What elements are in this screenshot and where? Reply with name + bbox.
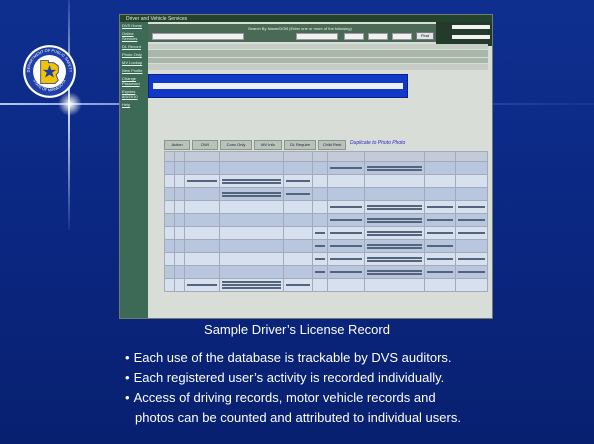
search-title: Search By Name/DOB (Enter one or more of…: [248, 26, 352, 31]
name-input[interactable]: [152, 33, 244, 40]
bullet-item: • Each use of the database is trackable b…: [125, 348, 565, 368]
id-number-input[interactable]: [452, 35, 490, 39]
bullet-continuation: photos can be counted and attributed to …: [125, 408, 565, 428]
tab-child-rest[interactable]: Child Rest: [318, 140, 346, 150]
table-row: [164, 239, 488, 253]
tab-dwi[interactable]: DWI: [192, 140, 218, 150]
table-row: [164, 265, 488, 279]
bullet-text-4: photos can be counted and attributed to …: [135, 410, 461, 425]
duplicate-photo-link[interactable]: Duplicate to Photo Photo: [350, 140, 405, 146]
table-row: [164, 252, 488, 266]
table-row: [164, 187, 488, 201]
nav-item-dl-record[interactable]: DL Record: [120, 43, 148, 51]
slide: DEPARTMENT OF PUBLIC SAFETY STATE OF MIN…: [0, 0, 594, 444]
find-button[interactable]: Find: [416, 32, 434, 40]
tab-action[interactable]: Action: [164, 140, 190, 150]
nav-item-mv-lookup[interactable]: MV Lookup: [120, 59, 148, 67]
table-row: [164, 213, 488, 227]
table-row: [164, 200, 488, 214]
nav-item-help[interactable]: Help: [120, 101, 148, 109]
violations-table: [164, 151, 488, 292]
withdrawal-entry: [153, 83, 403, 89]
license-number-input[interactable]: [452, 25, 490, 29]
table-header-row: [164, 151, 488, 162]
address-row: [148, 64, 488, 70]
tab-dl-require[interactable]: DL Require: [284, 140, 316, 150]
race-input[interactable]: [368, 33, 388, 40]
driver-info-row: [148, 44, 488, 49]
drivers-license-record-screenshot: Driver and Vehicle Services DVS Home Onl…: [120, 15, 492, 318]
license-lookup-box: [436, 22, 492, 46]
nav-item-expires: Expires 8/5/2010: [122, 89, 138, 99]
tab-conv-only[interactable]: Conv Only: [220, 140, 252, 150]
tab-mv-info[interactable]: MV Info: [254, 140, 282, 150]
slide-caption: Sample Driver’s License Record: [204, 322, 390, 337]
nav-item-new-profile[interactable]: New Profile: [120, 67, 148, 75]
dps-seal-logo: DEPARTMENT OF PUBLIC SAFETY STATE OF MIN…: [23, 45, 76, 98]
table-row: [164, 174, 488, 188]
record-tabs: Action DWI Conv Only MV Info DL Require …: [164, 140, 484, 150]
status-row: [148, 58, 488, 63]
record-main-panel: Search By Name/DOB (Enter one or more of…: [148, 22, 492, 318]
table-row: [164, 226, 488, 240]
bullet-glyph: •: [125, 350, 130, 365]
bullet-glyph: •: [125, 370, 130, 385]
nav-item-online-services[interactable]: Online Services: [120, 30, 148, 43]
state-input[interactable]: [392, 33, 412, 40]
bullet-glyph: •: [125, 390, 130, 405]
nav-item-photo-only[interactable]: Photo Only: [120, 51, 148, 59]
bullet-text-3: Access of driving records, motor vehicle…: [133, 390, 436, 405]
bullet-text-2: Each registered user’s activity is recor…: [133, 370, 445, 385]
bullet-item: • Access of driving records, motor vehicl…: [125, 388, 565, 408]
license-class-row: [148, 50, 488, 57]
bullet-item: • Each registered user’s activity is reco…: [125, 368, 565, 388]
table-row: [164, 161, 488, 175]
window-title-bar: Driver and Vehicle Services: [120, 15, 492, 22]
nav-item-change-password[interactable]: Change Password: [120, 75, 148, 88]
bullet-list: • Each use of the database is trackable b…: [125, 348, 565, 428]
nav-item-dvs-home[interactable]: DVS Home: [120, 22, 148, 30]
withdrawals-panel: [148, 74, 408, 98]
dob-input[interactable]: [296, 33, 338, 40]
left-navigation: DVS Home Online Services DL Record Photo…: [120, 22, 148, 318]
table-row: [164, 278, 488, 292]
search-bar: Search By Name/DOB (Enter one or more of…: [148, 24, 472, 42]
bullet-text-1: Each use of the database is trackable by…: [133, 350, 452, 365]
sex-input[interactable]: [344, 33, 364, 40]
